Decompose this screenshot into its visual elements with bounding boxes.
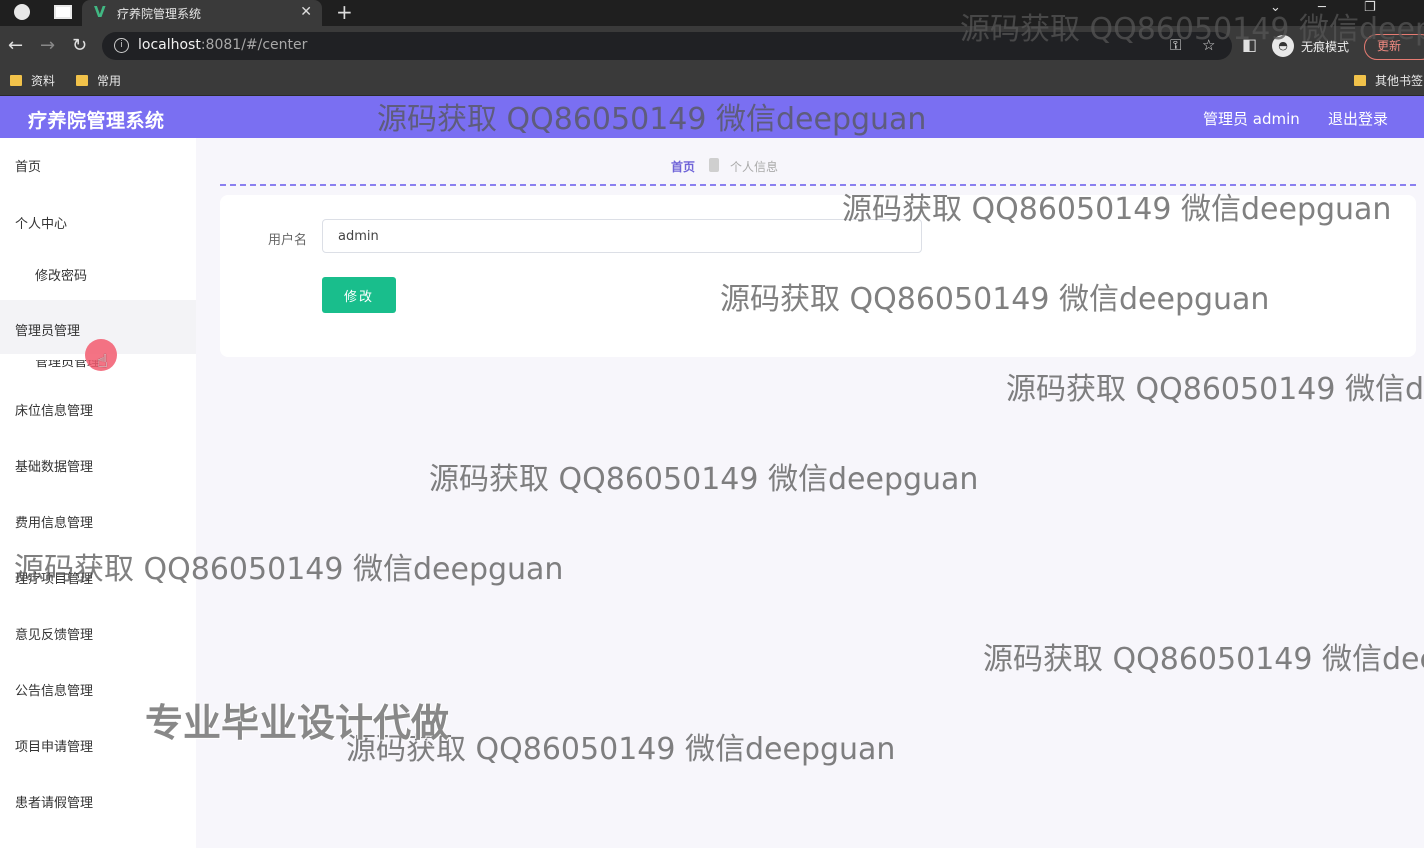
username-input[interactable]: [322, 219, 922, 253]
sidebar-item-feedback[interactable]: 意见反馈管理: [0, 624, 196, 643]
watermark-text: 源码获取 QQ86050149 微信deepguan: [983, 642, 1424, 677]
bookmark-label: 其他书签: [1375, 74, 1424, 88]
bookmarks-bar: 资料 常用 其他书签: [0, 66, 1424, 96]
sidebar-item-personal-center[interactable]: 个人中心: [0, 213, 196, 232]
reload-icon[interactable]: ↻: [72, 35, 87, 56]
info-icon[interactable]: i: [114, 38, 129, 53]
vue-logo-icon: V: [94, 3, 106, 21]
username-label: 用户名: [268, 233, 308, 248]
bookmark-label: 资料: [31, 74, 56, 88]
watermark-text: 源码获取 QQ86050149 微信deepguan: [842, 192, 1392, 227]
watermark-text: 源码获取 QQ86050149 微信deepguan: [960, 12, 1424, 47]
hand-cursor-icon: ☝: [97, 351, 108, 372]
sidebar-item-home[interactable]: 首页: [0, 156, 196, 175]
user-label: 管理员 admin: [1203, 110, 1300, 128]
browser-tab-active[interactable]: V 疗养院管理系统 ✕: [82, 0, 322, 26]
watermark-text: 源码获取 QQ86050149 微信deepguan: [720, 282, 1270, 317]
breadcrumb-current: 个人信息: [730, 160, 779, 174]
new-tab-icon[interactable]: +: [336, 0, 353, 24]
sidebar-item-change-password[interactable]: 修改密码: [0, 265, 196, 284]
sidebar-item-bed-info[interactable]: 床位信息管理: [0, 400, 196, 419]
tab-close-icon[interactable]: ✕: [300, 4, 312, 20]
bookmark-folder-ziliao[interactable]: 资料: [10, 72, 55, 89]
breadcrumb-separator-icon: [709, 158, 719, 172]
promo-overlay-text: 专业毕业设计代做: [145, 701, 450, 745]
bookmark-folder-changyong[interactable]: 常用: [76, 72, 121, 89]
watermark-text: 源码获取 QQ86050149 微信deepguan: [429, 462, 979, 497]
bookmark-label: 常用: [97, 74, 122, 88]
folder-icon: [1354, 75, 1366, 86]
forward-arrow-icon[interactable]: →: [40, 35, 55, 56]
bookmark-folder-other[interactable]: 其他书签: [1354, 72, 1423, 89]
sidebar-item-basic-data[interactable]: 基础数据管理: [0, 456, 196, 475]
watermark-text: 源码获取 QQ86050149 微信deepguan: [377, 102, 927, 137]
folder-icon: [76, 75, 88, 86]
tab-title: 疗养院管理系统: [117, 7, 202, 21]
watermark-text: 源码获取 QQ86050149 微信deepguan: [1006, 372, 1424, 407]
breadcrumb-home[interactable]: 首页: [671, 158, 695, 175]
back-arrow-icon[interactable]: ←: [8, 35, 23, 56]
breadcrumb: 首页 个人信息: [220, 150, 1416, 186]
browser-app-icon[interactable]: [14, 4, 30, 20]
url-host: localhost: [138, 37, 201, 53]
tab-search-icon[interactable]: [54, 5, 72, 19]
logout-link[interactable]: 退出登录: [1328, 108, 1388, 129]
app-title: 疗养院管理系统: [28, 110, 165, 132]
modify-button[interactable]: 修改: [322, 277, 396, 313]
watermark-text: 源码获取 QQ86050149 微信deepguan: [14, 552, 564, 587]
sidebar-item-patient-leave[interactable]: 患者请假管理: [0, 792, 196, 811]
sidebar-item-fee-info[interactable]: 费用信息管理: [0, 512, 196, 531]
url-path: :8081/#/center: [200, 37, 308, 53]
url-text[interactable]: localhost:8081/#/center: [138, 37, 307, 53]
folder-icon: [10, 75, 22, 86]
